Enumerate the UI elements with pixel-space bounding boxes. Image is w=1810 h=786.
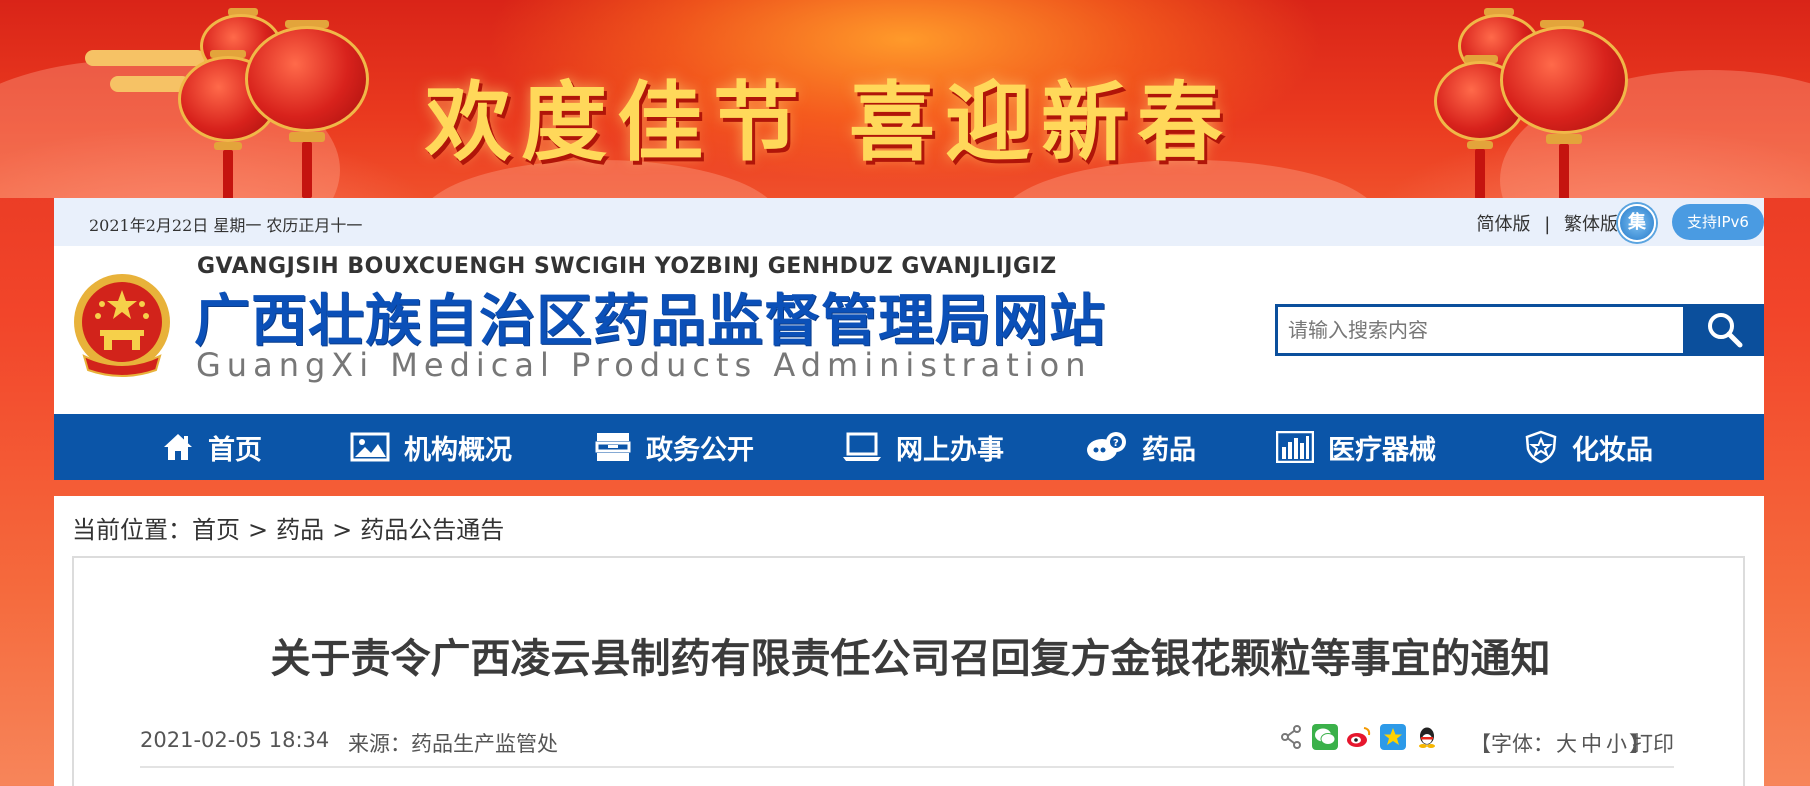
site-name: 广西壮族自治区药品监督管理局网站 bbox=[194, 289, 1106, 354]
article-box: 关于责令广西凌云县制药有限责任公司召回复方金银花颗粒等事宜的通知 2021-02… bbox=[72, 556, 1745, 786]
font-size-label-open: 【字体： bbox=[1470, 732, 1554, 756]
current-date: 2021年2月22日 星期一 农历正月十一 bbox=[89, 216, 363, 235]
shield-icon bbox=[1525, 430, 1557, 464]
nav-item-home[interactable]: 首页 bbox=[162, 414, 262, 480]
share-bar bbox=[1278, 724, 1440, 750]
cabinet-icon bbox=[595, 433, 631, 461]
banner-decoration bbox=[85, 50, 205, 66]
publish-date: 2021-02-05 18:34 bbox=[140, 728, 330, 752]
search-box bbox=[1275, 304, 1764, 356]
nav-item-label: 医疗器械 bbox=[1328, 434, 1436, 466]
traditional-link[interactable]: 繁体版 bbox=[1564, 214, 1618, 235]
print-button[interactable]: 打印 bbox=[1632, 728, 1674, 758]
font-size-large[interactable]: 大 bbox=[1556, 732, 1577, 756]
svg-text:?: ? bbox=[1113, 438, 1119, 449]
top-info-bar: 2021年2月22日 星期一 农历正月十一 简体版 | 繁体版 集 支持IPv6 bbox=[54, 198, 1764, 246]
breadcrumb-drugs[interactable]: 药品 bbox=[276, 516, 324, 544]
ipv6-badge-icon: 集 bbox=[1618, 204, 1656, 242]
national-emblem-icon bbox=[70, 270, 174, 380]
breadcrumb: 当前位置：首页 > 药品 > 药品公告通告 bbox=[72, 510, 512, 545]
bar-chart-icon bbox=[1276, 431, 1314, 463]
weibo-icon[interactable] bbox=[1346, 724, 1372, 750]
share-icon[interactable] bbox=[1278, 724, 1304, 750]
breadcrumb-separator: > bbox=[332, 516, 353, 544]
qzone-icon[interactable] bbox=[1380, 724, 1406, 750]
font-size-small[interactable]: 小 bbox=[1606, 732, 1627, 756]
site-name-english: GuangXi Medical Products Administration bbox=[196, 346, 1092, 384]
site-header: GVANGJSIH BOUXCUENGH SWCIGIH YOZBINJ GEN… bbox=[54, 246, 1764, 414]
content-area: 当前位置：首页 > 药品 > 药品公告通告 关于责令广西凌云县制药有限责任公司召回复方金… bbox=[54, 496, 1764, 786]
nav-item-label: 网上办事 bbox=[896, 434, 1004, 466]
festival-banner: 欢度佳节 喜迎新春 bbox=[0, 0, 1810, 198]
nav-item-label: 机构概况 bbox=[404, 434, 512, 466]
font-size-medium[interactable]: 中 bbox=[1581, 732, 1602, 756]
search-input[interactable] bbox=[1275, 304, 1686, 356]
article-meta: 2021-02-05 18:34 来源：药品生产监管处 【字体：大 中 小】 打… bbox=[140, 724, 1674, 768]
picture-icon bbox=[350, 432, 390, 462]
nav-item-cosmetics[interactable]: 化妆品 bbox=[1524, 414, 1653, 480]
search-button[interactable] bbox=[1686, 304, 1764, 356]
nav-item-government-affairs[interactable]: 政务公开 bbox=[594, 414, 754, 480]
qq-icon[interactable] bbox=[1414, 724, 1440, 750]
version-separator: | bbox=[1544, 214, 1551, 235]
pill-chat-icon: ? bbox=[1087, 432, 1126, 461]
breadcrumb-separator: > bbox=[248, 516, 269, 544]
nav-item-label: 化妆品 bbox=[1572, 434, 1653, 466]
home-icon bbox=[164, 434, 192, 460]
nav-item-drugs[interactable]: ? 药品 bbox=[1086, 414, 1196, 480]
laptop-icon bbox=[843, 432, 881, 461]
main-nav: 首页 机构概况 政务公开 网上办事 ? 药品 医疗器械 化妆品 bbox=[54, 414, 1764, 480]
wechat-icon[interactable] bbox=[1312, 724, 1338, 750]
breadcrumb-drug-notices[interactable]: 药品公告通告 bbox=[360, 516, 504, 544]
nav-item-about[interactable]: 机构概况 bbox=[350, 414, 512, 480]
search-icon bbox=[1708, 313, 1743, 348]
simplified-link[interactable]: 简体版 bbox=[1476, 214, 1530, 235]
nav-item-label: 政务公开 bbox=[646, 434, 754, 466]
nav-item-label: 药品 bbox=[1142, 434, 1196, 466]
ipv6-support-button[interactable]: 支持IPv6 bbox=[1672, 204, 1764, 240]
breadcrumb-prefix: 当前位置： bbox=[72, 516, 192, 544]
version-links: 简体版 | 繁体版 bbox=[1476, 210, 1618, 236]
nav-item-label: 首页 bbox=[208, 434, 262, 466]
article-source: 来源：药品生产监管处 bbox=[348, 732, 558, 756]
breadcrumb-home[interactable]: 首页 bbox=[192, 516, 240, 544]
banner-slogan: 欢度佳节 喜迎新春 bbox=[425, 72, 1233, 173]
article-title: 关于责令广西凌云县制药有限责任公司召回复方金银花颗粒等事宜的通知 bbox=[270, 636, 1551, 682]
font-size-control: 【字体：大中小】 bbox=[1470, 728, 1650, 758]
nav-item-online-services[interactable]: 网上办事 bbox=[842, 414, 1004, 480]
nav-item-medical-devices[interactable]: 医疗器械 bbox=[1276, 414, 1436, 480]
